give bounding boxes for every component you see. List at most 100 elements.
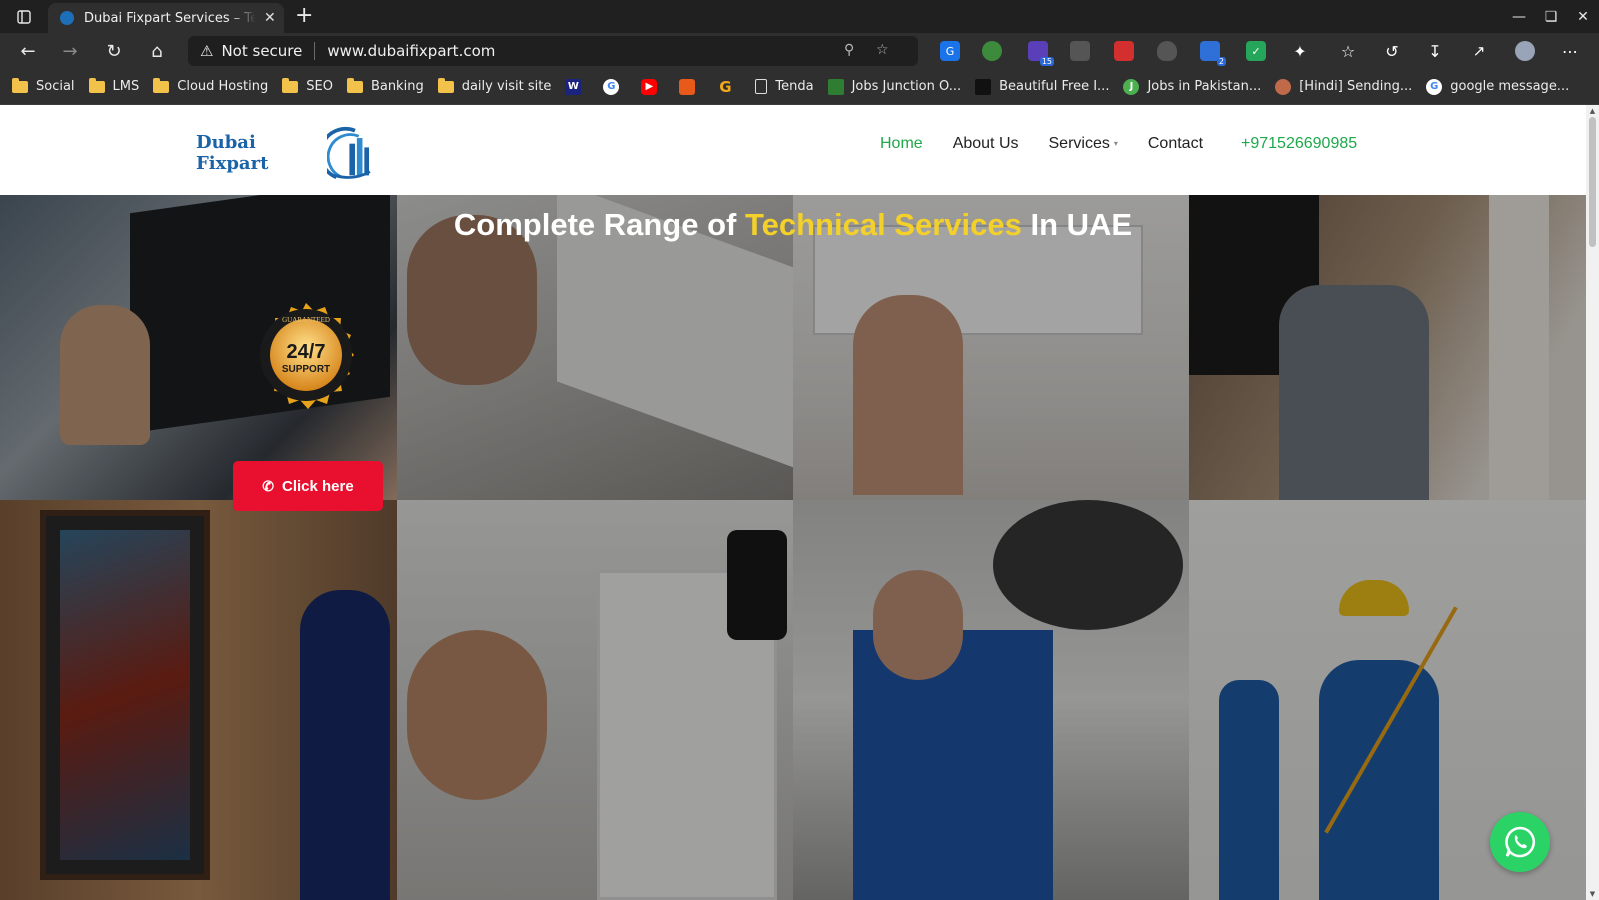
hero-title-end: In UAE (1021, 207, 1133, 242)
bookmark-jazz-icon[interactable] (679, 78, 703, 95)
ceiling-ac-photo (793, 500, 1189, 900)
site-header: Dubai Fixpart Home About Us Services ▾ Co… (0, 105, 1586, 195)
minimize-icon[interactable]: — (1503, 0, 1535, 33)
hero-title: Complete Range of Technical Services In … (0, 207, 1586, 243)
bookmark-hindi-sending[interactable]: [Hindi] Sending... (1275, 78, 1412, 95)
site-logo[interactable]: Dubai Fixpart (196, 123, 372, 183)
address-bar[interactable]: ⚠ Not secure www.dubaifixpart.com ⚲ ☆ (188, 36, 918, 66)
wu-icon: W (565, 78, 582, 95)
restore-icon[interactable]: ❏ (1535, 0, 1567, 33)
bookmark-jobs-pakistan[interactable]: J Jobs in Pakistan... (1123, 78, 1261, 95)
hexagon-extension-icon[interactable]: 15 (1028, 41, 1054, 66)
favorites-icon[interactable]: ☆ (1338, 41, 1358, 61)
bookmark-extension-icon[interactable] (1114, 41, 1134, 61)
translate-extension-icon[interactable]: G (940, 41, 960, 61)
support-24-7-badge: 24/7 SUPPORT GUARANTEED (243, 292, 369, 418)
nav-home[interactable]: Home (880, 135, 923, 153)
close-window-icon[interactable]: ✕ (1567, 0, 1599, 33)
page-icon (755, 79, 768, 94)
bookmark-daily-visit-site[interactable]: daily visit site (437, 77, 551, 94)
logo-text: Dubai Fixpart (196, 132, 269, 174)
bookmark-jobs-junction[interactable]: Jobs Junction O... (827, 78, 961, 95)
scrollbar-thumb[interactable] (1589, 117, 1596, 247)
bookmark-cloud-hosting[interactable]: Cloud Hosting (153, 77, 268, 94)
hero-title-accent: Technical Services (744, 207, 1022, 242)
building-logo-icon (327, 126, 371, 179)
nav-contact[interactable]: Contact (1148, 135, 1203, 153)
bookmark-google-message[interactable]: Ggoogle message... (1426, 78, 1569, 95)
reload-icon[interactable]: ↻ (100, 37, 128, 65)
google-icon: G (1426, 78, 1443, 95)
share-icon[interactable]: ↗ (1469, 41, 1489, 61)
folder-icon (437, 77, 454, 93)
new-tab-button[interactable]: + (295, 4, 313, 28)
window-controls: — ❏ ✕ (1503, 0, 1599, 33)
shield-extension-icon[interactable] (1157, 41, 1177, 61)
picture-hanging-photo (0, 500, 397, 900)
whatsapp-chat-button[interactable] (1490, 812, 1550, 872)
bookmark-banking[interactable]: Banking (346, 77, 424, 94)
folder-icon (282, 77, 299, 93)
chevron-down-icon: ▾ (1113, 139, 1118, 149)
bookmark-youtube-icon[interactable]: ▶ (641, 78, 665, 95)
bookmarks-bar: Social LMS Cloud Hosting SEO Banking dai… (0, 69, 1599, 105)
tab-title: Dubai Fixpart Services – Technical Servi… (84, 10, 256, 26)
whatsapp-icon (1505, 826, 1536, 858)
security-label[interactable]: Not secure (221, 42, 302, 60)
site-favicon-icon (60, 11, 74, 25)
g-letter-icon: G (719, 77, 732, 96)
split-screen-icon[interactable] (1070, 41, 1090, 61)
puzzle-blue-extension-icon[interactable]: 2 (1200, 41, 1226, 66)
bookmark-grammarly-icon[interactable]: G (717, 77, 741, 96)
browser-tab-bar: Dubai Fixpart Services – Technical Servi… (0, 0, 1599, 33)
adblock-shield-icon[interactable]: ✓ (1246, 41, 1266, 61)
hero-section: Complete Range of Technical Services In … (0, 195, 1586, 900)
scroll-down-icon[interactable]: ▼ (1586, 890, 1599, 898)
favorite-add-icon[interactable]: ☆ (876, 42, 889, 58)
back-icon[interactable]: ← (14, 37, 42, 65)
phone-icon: ✆ (262, 477, 274, 494)
home-icon[interactable]: ⌂ (143, 37, 171, 65)
more-menu-icon[interactable]: ⋯ (1560, 41, 1580, 61)
hero-title-start: Complete Range of (453, 207, 745, 242)
browser-toolbar: ← → ↻ ⌂ ⚠ Not secure www.dubaifixpart.co… (0, 33, 1599, 69)
bookmark-seo[interactable]: SEO (282, 77, 333, 94)
tab-actions-icon[interactable] (10, 6, 38, 28)
profile-avatar[interactable] (1515, 41, 1535, 61)
nav-about-us[interactable]: About Us (953, 135, 1019, 153)
main-navigation: Home About Us Services ▾ Contact +9715266… (880, 135, 1357, 153)
tab-close-icon[interactable]: ✕ (264, 10, 276, 26)
badge-main-text: 24/7 (287, 341, 326, 363)
extensions-icon[interactable]: ✦ (1290, 41, 1310, 61)
folder-icon (153, 77, 170, 93)
page-scrollbar[interactable]: ▲ ▼ (1586, 105, 1599, 900)
address-divider (314, 42, 316, 60)
jazz-icon (679, 78, 696, 95)
bookmark-wu-icon[interactable]: W (565, 78, 589, 95)
forward-icon[interactable]: → (56, 37, 84, 65)
nav-phone-link[interactable]: +971526690985 (1241, 135, 1357, 153)
click-here-button[interactable]: ✆ Click here (233, 461, 383, 511)
person-icon (1275, 78, 1292, 95)
bookmark-tenda[interactable]: Tenda (755, 79, 814, 94)
web-page: Dubai Fixpart Home About Us Services ▾ Co… (0, 105, 1599, 900)
chrome-extension-icon[interactable] (982, 41, 1002, 61)
url-text[interactable]: www.dubaifixpart.com (327, 42, 495, 60)
bookmark-beautiful-free[interactable]: Beautiful Free I... (975, 78, 1109, 95)
downloads-icon[interactable]: ↧ (1425, 41, 1445, 61)
history-icon[interactable]: ↺ (1382, 41, 1402, 61)
j-letter-icon: J (1123, 78, 1140, 95)
key-icon[interactable]: ⚲ (844, 42, 854, 58)
jobs-junction-icon (827, 78, 844, 95)
scroll-up-icon[interactable]: ▲ (1586, 107, 1599, 115)
badge-sub-text: SUPPORT (282, 364, 330, 375)
google-icon: G (603, 78, 620, 95)
nav-services-label: Services (1048, 135, 1110, 152)
bookmark-google-icon[interactable]: G (603, 78, 627, 95)
active-tab[interactable]: Dubai Fixpart Services – Technical Servi… (48, 3, 284, 33)
camera-icon (975, 78, 992, 95)
nav-services[interactable]: Services ▾ (1049, 135, 1118, 153)
bookmark-lms[interactable]: LMS (88, 77, 139, 94)
bookmark-social[interactable]: Social (12, 77, 75, 94)
folder-icon (346, 77, 363, 93)
